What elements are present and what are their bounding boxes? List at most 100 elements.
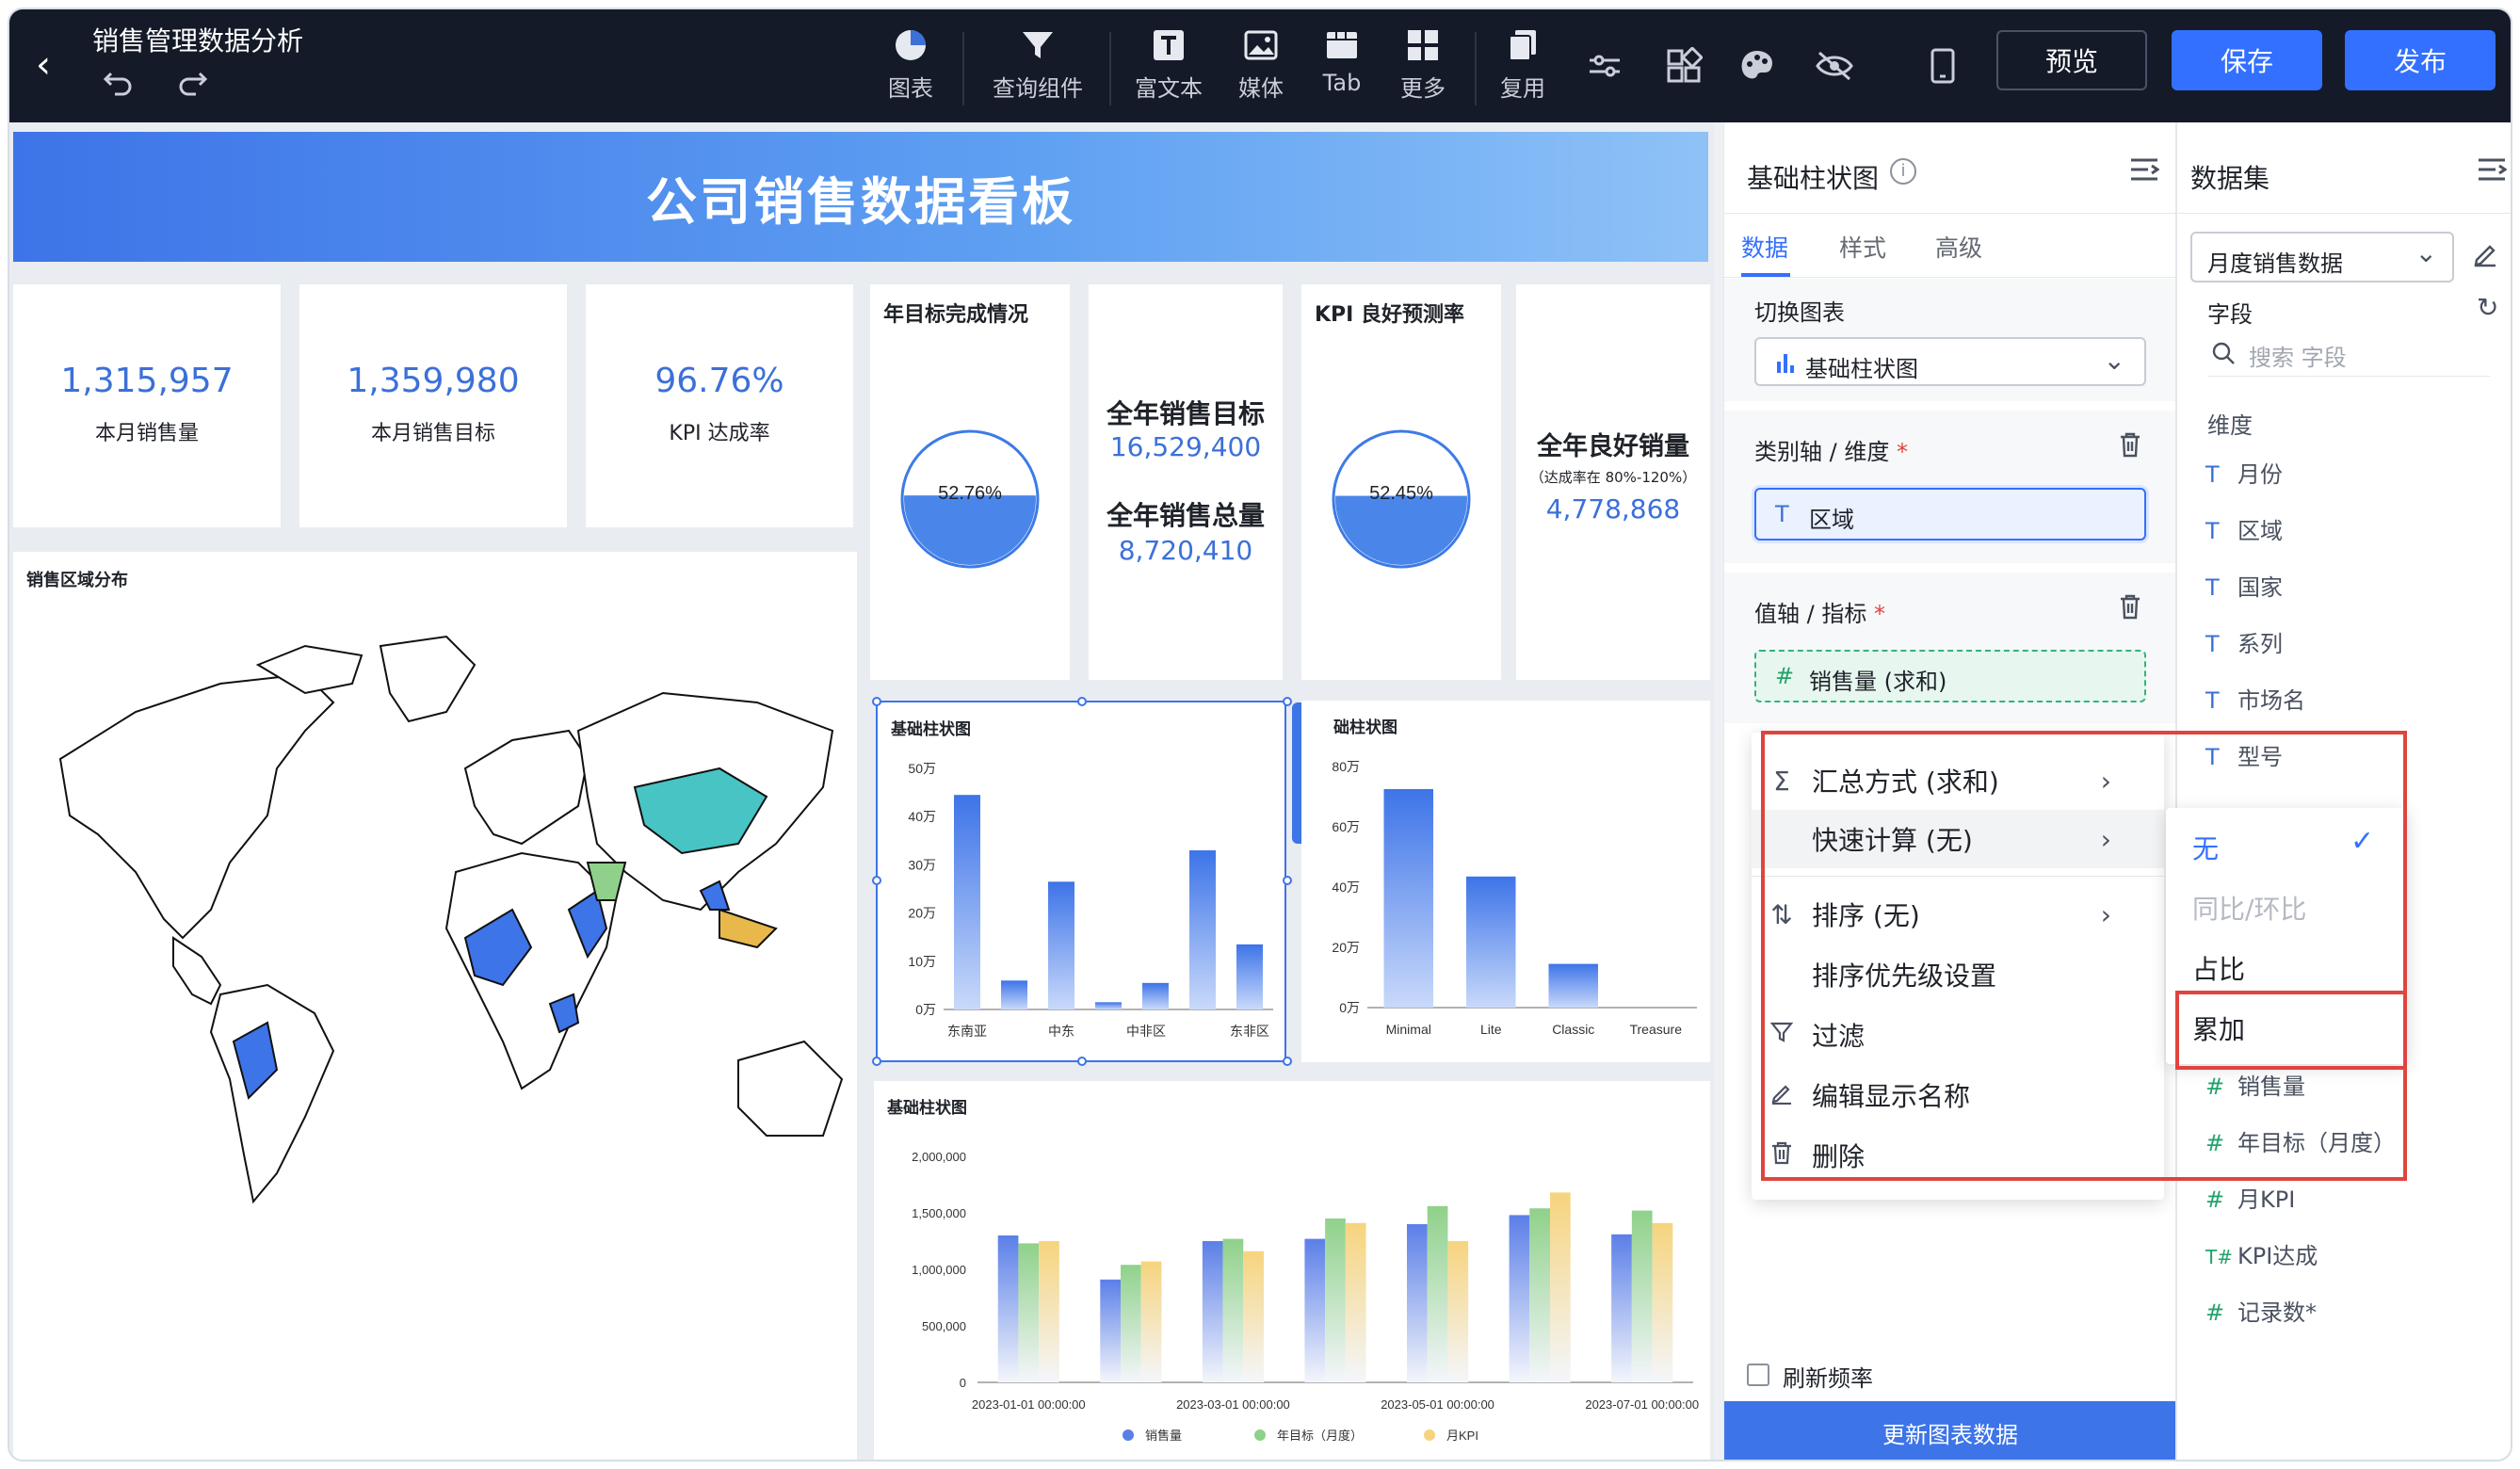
gauge-card-kpi[interactable]: KPI 良好预测率 52.45%	[1301, 284, 1501, 680]
back-icon[interactable]: ‹	[36, 43, 51, 87]
refresh-icon[interactable]: ↻	[2477, 292, 2498, 323]
bar	[954, 795, 980, 1009]
bar-chart-region[interactable]: 基础柱状图 0万 10万 20万 30万 40万 50万 东南亚 中东 中非区 东非区	[876, 701, 1286, 1062]
annual-card[interactable]: 全年销售目标 16,529,400 全年销售总量 8,720,410	[1089, 284, 1283, 680]
dataset-panel-title: 数据集	[2190, 163, 2270, 194]
tab-data[interactable]: 数据	[1741, 230, 1788, 264]
trash-icon[interactable]	[2118, 431, 2142, 461]
tool-reuse[interactable]: 复用	[1480, 26, 1565, 103]
bar	[1189, 850, 1216, 1009]
bar-chart-3-svg: 0 500,000 1,000,000 1,500,000 2,000,000 2023-…	[912, 1150, 1699, 1443]
field-item-country[interactable]: T 国家	[2205, 569, 2283, 602]
field-item-monthly-kpi[interactable]: # 月KPI	[2205, 1181, 2295, 1214]
collapse-icon[interactable]	[2477, 156, 2508, 186]
bar-chart-monthly[interactable]: 基础柱状图 0 500,000 1,000,000 1,500,000 2,000,00…	[874, 1081, 1710, 1460]
legend-marker	[1424, 1429, 1435, 1441]
kpi-card-target[interactable]: 1,359,980 本月销售目标	[299, 284, 567, 527]
layout-icon[interactable]	[1665, 45, 1704, 89]
field-search[interactable]: 搜索 字段	[2207, 333, 2490, 377]
collapse-icon[interactable]	[2129, 156, 2160, 186]
info-icon[interactable]: i	[1890, 158, 1916, 185]
kpi-card-rate[interactable]: 96.76% KPI 达成率	[586, 284, 853, 527]
kpi-label: 本月销售目标	[370, 422, 495, 445]
bar	[1611, 1234, 1632, 1382]
tool-chart[interactable]: 图表	[868, 26, 953, 103]
field-item-record-count[interactable]: # 记录数*	[2205, 1294, 2317, 1327]
x-tick-label: Lite	[1480, 1022, 1502, 1037]
y-tick-label: 1,000,000	[912, 1263, 966, 1277]
trash-icon[interactable]	[2118, 593, 2142, 623]
resize-handle[interactable]	[872, 876, 881, 885]
tool-tab-label: Tab	[1322, 70, 1362, 96]
redo-icon[interactable]	[175, 66, 209, 104]
bar	[1018, 1243, 1040, 1382]
undo-icon[interactable]	[102, 66, 136, 104]
bar	[1140, 1261, 1162, 1382]
bar	[1529, 1208, 1550, 1382]
gauge-value: 52.45%	[1369, 483, 1433, 504]
tool-richtext-label: 富文本	[1135, 75, 1203, 102]
bar	[1222, 1238, 1244, 1382]
tool-more-label: 更多	[1400, 75, 1446, 102]
tool-tab[interactable]: Tab	[1300, 26, 1384, 96]
settings-sliders-icon[interactable]	[1586, 49, 1623, 87]
y-tick-label: 500,000	[922, 1319, 966, 1333]
y-tick-label: 60万	[1332, 819, 1360, 834]
filter-icon	[1023, 32, 1053, 58]
resize-handle[interactable]	[1077, 697, 1087, 706]
map-card[interactable]: 销售区域分布	[13, 552, 857, 1460]
bar-chart-model[interactable]: 础柱状图 0万 20万 40万 60万 80万 Minimal Lite Classic Tre…	[1301, 701, 1710, 1062]
y-tick-label: 40万	[908, 809, 936, 824]
palette-icon[interactable]	[1738, 47, 1780, 89]
bar	[1509, 1215, 1530, 1382]
bar	[997, 1235, 1019, 1382]
field-item-market[interactable]: T 市场名	[2205, 682, 2305, 715]
x-tick-label: 东南亚	[947, 1024, 987, 1039]
save-button[interactable]: 保存	[2172, 30, 2322, 90]
good-sales-card[interactable]: 全年良好销量 （达成率在 80%-120%） 4,778,868	[1516, 284, 1710, 680]
dataset-select[interactable]: 月度销售数据 ⌄	[2190, 232, 2454, 282]
resize-handle[interactable]	[872, 697, 881, 706]
kpi-card-sales[interactable]: 1,315,957 本月销售量	[13, 284, 281, 527]
good-sales-label: 全年良好销量	[1537, 432, 1689, 461]
gauge-liquid-1: 52.76%	[900, 429, 1040, 569]
kpi-label: 本月销售量	[94, 422, 199, 445]
y-tick-label: 1,500,000	[912, 1206, 966, 1220]
field-item-kpi-achieved[interactable]: T# KPI达成	[2205, 1237, 2318, 1270]
number-type-icon: #	[1775, 663, 1795, 689]
search-icon	[2212, 342, 2235, 364]
tab-style[interactable]: 样式	[1839, 230, 1886, 264]
map-title: 销售区域分布	[26, 571, 128, 590]
resize-handle[interactable]	[872, 1057, 881, 1066]
update-chart-button[interactable]: 更新图表数据	[1724, 1401, 2176, 1460]
field-item-month[interactable]: T 月份	[2205, 456, 2283, 489]
good-sales-value: 4,778,868	[1545, 493, 1681, 525]
resize-handle[interactable]	[1283, 1057, 1292, 1066]
annual-target-label: 全年销售目标	[1106, 398, 1265, 429]
resize-handle[interactable]	[1283, 876, 1292, 885]
metric-field-pill[interactable]: # 销售量 (求和)	[1754, 650, 2146, 702]
resize-handle[interactable]	[1077, 1057, 1087, 1066]
mobile-icon[interactable]	[1929, 47, 1957, 89]
field-item-region[interactable]: T 区域	[2205, 512, 2283, 545]
preview-button[interactable]: 预览	[1996, 30, 2147, 90]
tool-query[interactable]: 查询组件	[991, 26, 1085, 103]
tool-more[interactable]: 更多	[1381, 26, 1465, 103]
tool-richtext[interactable]: 富文本	[1126, 26, 1211, 103]
gauge-card-annual[interactable]: 年目标完成情况 52.76%	[870, 284, 1070, 680]
chart-type-select[interactable]: 基础柱状图 ⌄	[1754, 337, 2146, 386]
image-icon	[1244, 30, 1278, 60]
switch-chart-section: 切换图表 基础柱状图 ⌄	[1724, 279, 2176, 401]
x-tick-label: Classic	[1552, 1022, 1594, 1037]
dataset-select-value: 月度销售数据	[2207, 250, 2343, 277]
edit-icon[interactable]	[2471, 239, 2499, 271]
field-item-series[interactable]: T 系列	[2205, 625, 2283, 658]
tool-media[interactable]: 媒体	[1219, 26, 1303, 103]
hide-icon[interactable]	[1814, 49, 1855, 87]
publish-button[interactable]: 发布	[2345, 30, 2496, 90]
y-tick-label: 0	[960, 1376, 966, 1390]
refresh-checkbox[interactable]	[1747, 1364, 1769, 1386]
tab-advanced[interactable]: 高级	[1935, 230, 1982, 264]
resize-handle[interactable]	[1283, 697, 1292, 706]
dimension-field-pill[interactable]: T 区域	[1754, 488, 2146, 541]
